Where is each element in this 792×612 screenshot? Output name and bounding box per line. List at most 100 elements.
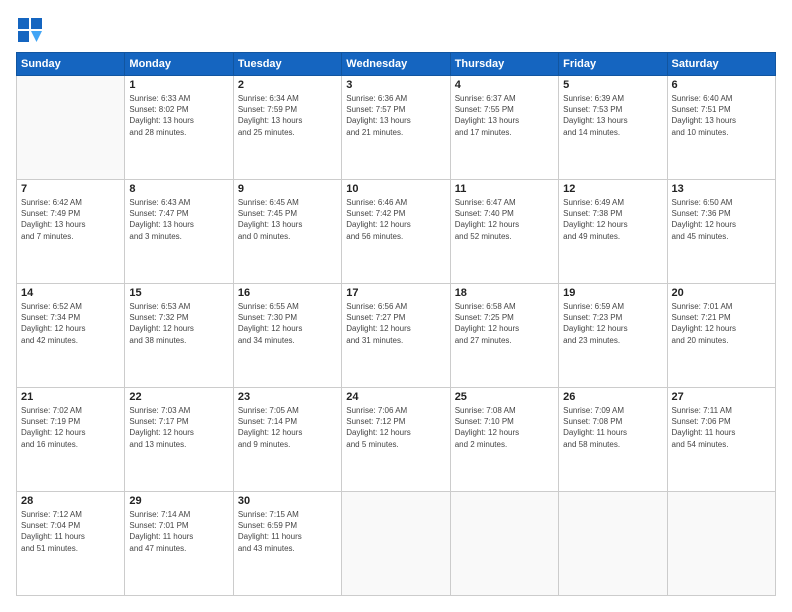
day-info: Sunrise: 6:34 AM Sunset: 7:59 PM Dayligh… (238, 93, 337, 138)
day-number: 12 (563, 183, 662, 195)
day-info: Sunrise: 7:03 AM Sunset: 7:17 PM Dayligh… (129, 405, 228, 450)
day-number: 25 (455, 391, 554, 403)
calendar-cell: 27 Sunrise: 7:11 AM Sunset: 7:06 PM Dayli… (667, 388, 775, 492)
calendar-cell (342, 492, 450, 596)
day-number: 1 (129, 79, 228, 91)
day-info: Sunrise: 6:37 AM Sunset: 7:55 PM Dayligh… (455, 93, 554, 138)
day-info: Sunrise: 6:33 AM Sunset: 8:02 PM Dayligh… (129, 93, 228, 138)
day-info: Sunrise: 7:02 AM Sunset: 7:19 PM Dayligh… (21, 405, 120, 450)
calendar-cell: 8 Sunrise: 6:43 AM Sunset: 7:47 PM Daylig… (125, 180, 233, 284)
calendar-cell: 15Sunrise: 6:53 AM Sunset: 7:32 PM Dayli… (125, 284, 233, 388)
day-number: 6 (672, 79, 771, 91)
calendar-cell: 24 Sunrise: 7:06 AM Sunset: 7:12 PM Dayli… (342, 388, 450, 492)
calendar-cell: 6 Sunrise: 6:40 AM Sunset: 7:51 PM Daylig… (667, 76, 775, 180)
day-info: Sunrise: 7:01 AM Sunset: 7:21 PM Dayligh… (672, 301, 771, 346)
weekday-header: Thursday (450, 53, 558, 76)
day-info: Sunrise: 6:59 AM Sunset: 7:23 PM Dayligh… (563, 301, 662, 346)
day-info: Sunrise: 7:12 AM Sunset: 7:04 PM Dayligh… (21, 509, 120, 554)
day-number: 14 (21, 287, 120, 299)
day-number: 9 (238, 183, 337, 195)
day-info: Sunrise: 7:09 AM Sunset: 7:08 PM Dayligh… (563, 405, 662, 450)
day-number: 11 (455, 183, 554, 195)
calendar-cell: 1 Sunrise: 6:33 AM Sunset: 8:02 PM Daylig… (125, 76, 233, 180)
weekday-header: Friday (559, 53, 667, 76)
calendar-cell: 13 Sunrise: 6:50 AM Sunset: 7:36 PM Dayli… (667, 180, 775, 284)
day-number: 21 (21, 391, 120, 403)
weekday-header: Sunday (17, 53, 125, 76)
logo (16, 16, 48, 44)
calendar-cell: 19 Sunrise: 6:59 AM Sunset: 7:23 PM Dayli… (559, 284, 667, 388)
calendar-cell: 28 Sunrise: 7:12 AM Sunset: 7:04 PM Dayli… (17, 492, 125, 596)
weekday-header: Tuesday (233, 53, 341, 76)
day-info: Sunrise: 7:11 AM Sunset: 7:06 PM Dayligh… (672, 405, 771, 450)
day-number: 27 (672, 391, 771, 403)
day-info: Sunrise: 6:50 AM Sunset: 7:36 PM Dayligh… (672, 197, 771, 242)
calendar-cell (559, 492, 667, 596)
day-info: Sunrise: 6:43 AM Sunset: 7:47 PM Dayligh… (129, 197, 228, 242)
weekday-header: Saturday (667, 53, 775, 76)
day-info: Sunrise: 7:06 AM Sunset: 7:12 PM Dayligh… (346, 405, 445, 450)
calendar-cell: 5 Sunrise: 6:39 AM Sunset: 7:53 PM Daylig… (559, 76, 667, 180)
weekday-header: Wednesday (342, 53, 450, 76)
day-number: 24 (346, 391, 445, 403)
day-number: 4 (455, 79, 554, 91)
calendar-cell: 11 Sunrise: 6:47 AM Sunset: 7:40 PM Dayli… (450, 180, 558, 284)
day-number: 19 (563, 287, 662, 299)
day-info: Sunrise: 6:55 AM Sunset: 7:30 PM Dayligh… (238, 301, 337, 346)
calendar-cell: 9 Sunrise: 6:45 AM Sunset: 7:45 PM Daylig… (233, 180, 341, 284)
day-info: Sunrise: 6:42 AM Sunset: 7:49 PM Dayligh… (21, 197, 120, 242)
calendar-cell: 25 Sunrise: 7:08 AM Sunset: 7:10 PM Dayli… (450, 388, 558, 492)
calendar-cell (667, 492, 775, 596)
calendar-cell: 29Sunrise: 7:14 AM Sunset: 7:01 PM Dayli… (125, 492, 233, 596)
logo-icon (16, 16, 44, 44)
calendar-cell: 14 Sunrise: 6:52 AM Sunset: 7:34 PM Dayli… (17, 284, 125, 388)
day-info: Sunrise: 6:47 AM Sunset: 7:40 PM Dayligh… (455, 197, 554, 242)
day-info: Sunrise: 6:40 AM Sunset: 7:51 PM Dayligh… (672, 93, 771, 138)
calendar-cell: 26 Sunrise: 7:09 AM Sunset: 7:08 PM Dayli… (559, 388, 667, 492)
day-info: Sunrise: 6:45 AM Sunset: 7:45 PM Dayligh… (238, 197, 337, 242)
day-info: Sunrise: 7:14 AM Sunset: 7:01 PM Dayligh… (129, 509, 228, 554)
day-info: Sunrise: 6:39 AM Sunset: 7:53 PM Dayligh… (563, 93, 662, 138)
weekday-header: Monday (125, 53, 233, 76)
day-info: Sunrise: 7:05 AM Sunset: 7:14 PM Dayligh… (238, 405, 337, 450)
day-number: 30 (238, 495, 337, 507)
day-number: 15 (129, 287, 228, 299)
day-info: Sunrise: 6:56 AM Sunset: 7:27 PM Dayligh… (346, 301, 445, 346)
calendar-cell (17, 76, 125, 180)
calendar-cell: 10 Sunrise: 6:46 AM Sunset: 7:42 PM Dayli… (342, 180, 450, 284)
day-info: Sunrise: 6:46 AM Sunset: 7:42 PM Dayligh… (346, 197, 445, 242)
day-number: 26 (563, 391, 662, 403)
day-number: 22 (129, 391, 228, 403)
day-number: 18 (455, 287, 554, 299)
day-number: 17 (346, 287, 445, 299)
day-info: Sunrise: 6:58 AM Sunset: 7:25 PM Dayligh… (455, 301, 554, 346)
day-number: 5 (563, 79, 662, 91)
page: SundayMondayTuesdayWednesdayThursdayFrid… (0, 0, 792, 612)
day-info: Sunrise: 7:08 AM Sunset: 7:10 PM Dayligh… (455, 405, 554, 450)
header (16, 16, 776, 44)
day-number: 2 (238, 79, 337, 91)
calendar-cell: 2 Sunrise: 6:34 AM Sunset: 7:59 PM Daylig… (233, 76, 341, 180)
day-number: 13 (672, 183, 771, 195)
day-info: Sunrise: 7:15 AM Sunset: 6:59 PM Dayligh… (238, 509, 337, 554)
day-number: 28 (21, 495, 120, 507)
day-info: Sunrise: 6:36 AM Sunset: 7:57 PM Dayligh… (346, 93, 445, 138)
calendar-cell (450, 492, 558, 596)
day-number: 8 (129, 183, 228, 195)
calendar-cell: 22 Sunrise: 7:03 AM Sunset: 7:17 PM Dayli… (125, 388, 233, 492)
calendar-cell: 21 Sunrise: 7:02 AM Sunset: 7:19 PM Dayli… (17, 388, 125, 492)
calendar-cell: 4 Sunrise: 6:37 AM Sunset: 7:55 PM Daylig… (450, 76, 558, 180)
calendar-cell: 12 Sunrise: 6:49 AM Sunset: 7:38 PM Dayli… (559, 180, 667, 284)
day-number: 16 (238, 287, 337, 299)
day-info: Sunrise: 6:52 AM Sunset: 7:34 PM Dayligh… (21, 301, 120, 346)
day-number: 23 (238, 391, 337, 403)
day-number: 10 (346, 183, 445, 195)
calendar-table: SundayMondayTuesdayWednesdayThursdayFrid… (16, 52, 776, 596)
calendar-cell: 20Sunrise: 7:01 AM Sunset: 7:21 PM Dayli… (667, 284, 775, 388)
calendar-cell: 16 Sunrise: 6:55 AM Sunset: 7:30 PM Dayli… (233, 284, 341, 388)
calendar-cell: 30 Sunrise: 7:15 AM Sunset: 6:59 PM Dayli… (233, 492, 341, 596)
calendar-cell: 17 Sunrise: 6:56 AM Sunset: 7:27 PM Dayli… (342, 284, 450, 388)
day-info: Sunrise: 6:49 AM Sunset: 7:38 PM Dayligh… (563, 197, 662, 242)
day-number: 3 (346, 79, 445, 91)
calendar-cell: 3 Sunrise: 6:36 AM Sunset: 7:57 PM Daylig… (342, 76, 450, 180)
